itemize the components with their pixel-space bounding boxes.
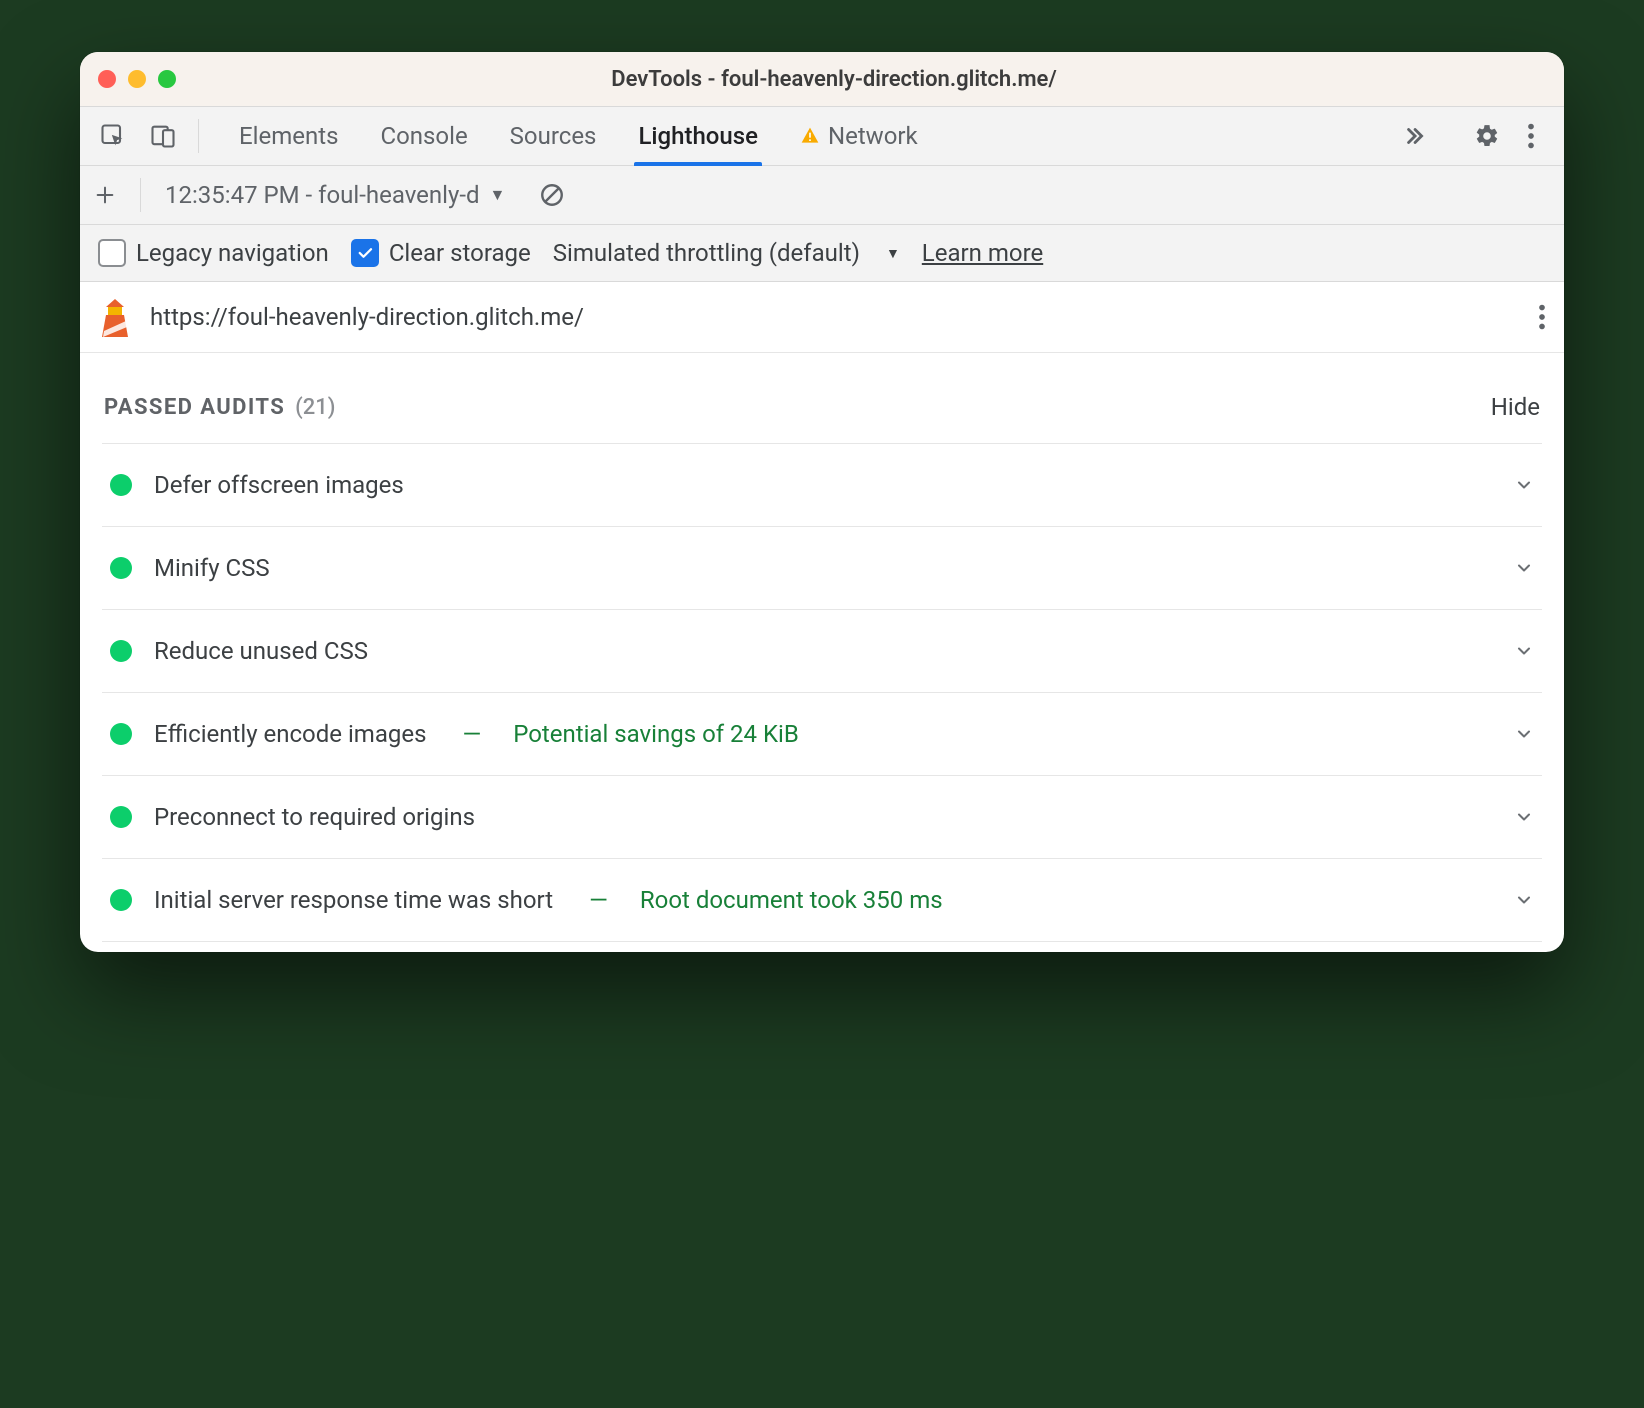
main-toolbar: Elements Console Sources Lighthouse Network	[80, 107, 1564, 166]
more-menu-icon[interactable]	[1510, 123, 1552, 149]
chevron-down-icon	[1514, 724, 1534, 744]
clear-storage-option[interactable]: Clear storage	[351, 239, 531, 267]
audit-row[interactable]: Minify CSS	[102, 526, 1542, 609]
pass-dot-icon	[110, 806, 132, 828]
lighthouse-icon	[98, 297, 132, 337]
chevron-down-icon	[1514, 890, 1534, 910]
chevron-down-icon	[1514, 807, 1534, 827]
lighthouse-subtoolbar: 12:35:47 PM - foul-heavenly-d ▼	[80, 166, 1564, 225]
tab-label: Elements	[239, 122, 338, 150]
pass-dot-icon	[110, 557, 132, 579]
report-selector[interactable]: 12:35:47 PM - foul-heavenly-d ▼	[155, 177, 515, 213]
tab-label: Lighthouse	[638, 122, 758, 150]
audit-label: Minify CSS	[154, 554, 270, 582]
audit-row[interactable]: Defer offscreen images	[102, 443, 1542, 526]
dropdown-caret-icon: ▼	[490, 185, 506, 205]
overflow-tabs-icon[interactable]	[1393, 107, 1435, 165]
option-label: Clear storage	[389, 239, 531, 267]
pass-dot-icon	[110, 889, 132, 911]
audit-row[interactable]: Reduce unused CSS	[102, 609, 1542, 692]
new-report-icon[interactable]	[94, 184, 126, 206]
device-toolbar-icon[interactable]	[142, 107, 184, 165]
clear-report-icon[interactable]	[539, 182, 565, 208]
option-label: Legacy navigation	[136, 239, 329, 267]
titlebar: DevTools - foul-heavenly-direction.glitc…	[80, 52, 1564, 107]
audit-label: Reduce unused CSS	[154, 637, 368, 665]
pass-dot-icon	[110, 640, 132, 662]
chevron-down-icon	[1514, 558, 1534, 578]
tab-console[interactable]: Console	[362, 107, 485, 165]
tab-elements[interactable]: Elements	[221, 107, 356, 165]
chevron-down-icon	[1514, 641, 1534, 661]
audit-label: Efficiently encode images	[154, 720, 426, 748]
audit-note: Root document took 350 ms	[640, 886, 943, 914]
audit-separator: —	[462, 720, 481, 748]
close-window-icon[interactable]	[98, 70, 116, 88]
section-title: PASSED AUDITS	[104, 395, 285, 420]
subtoolbar-divider	[140, 178, 141, 212]
window-title: DevTools - foul-heavenly-direction.glitc…	[122, 67, 1546, 92]
learn-more-link[interactable]: Learn more	[922, 239, 1043, 267]
chevron-down-icon	[1514, 475, 1534, 495]
tab-label: Network	[828, 122, 918, 150]
passed-audits-header[interactable]: PASSED AUDITS (21) Hide	[80, 353, 1564, 443]
checkbox-checked-icon	[351, 239, 379, 267]
inspect-element-icon[interactable]	[92, 107, 134, 165]
devtools-window: DevTools - foul-heavenly-direction.glitc…	[80, 52, 1564, 952]
tab-network[interactable]: Network	[782, 107, 936, 165]
pass-dot-icon	[110, 723, 132, 745]
audit-row[interactable]: Efficiently encode images — Potential savi…	[102, 692, 1542, 775]
tab-label: Console	[380, 122, 467, 150]
audit-separator: —	[589, 886, 608, 914]
audit-label: Initial server response time was short	[154, 886, 553, 914]
throttling-label: Simulated throttling (default)	[553, 239, 860, 267]
tab-lighthouse[interactable]: Lighthouse	[620, 107, 776, 165]
tabs: Elements Console Sources Lighthouse Network	[221, 107, 1385, 165]
passed-audits-list: Defer offscreen images Minify CSS Reduce u…	[80, 443, 1564, 952]
lighthouse-options: Legacy navigation Clear storage Simulate…	[80, 225, 1564, 282]
toolbar-divider	[198, 119, 199, 153]
tab-label: Sources	[510, 122, 597, 150]
audit-row[interactable]: Initial server response time was short — R…	[102, 858, 1542, 942]
report-url-row: https://foul-heavenly-direction.glitch.m…	[80, 282, 1564, 353]
warning-icon	[800, 126, 820, 146]
report-selector-label: 12:35:47 PM - foul-heavenly-d	[165, 181, 480, 209]
throttling-select[interactable]: Simulated throttling (default) ▼	[553, 239, 900, 267]
audit-note: Potential savings of 24 KiB	[513, 720, 799, 748]
report-menu-icon[interactable]	[1538, 304, 1546, 330]
legacy-navigation-option[interactable]: Legacy navigation	[98, 239, 329, 267]
tab-sources[interactable]: Sources	[492, 107, 615, 165]
pass-dot-icon	[110, 474, 132, 496]
settings-icon[interactable]	[1466, 123, 1508, 149]
audit-row[interactable]: Preconnect to required origins	[102, 775, 1542, 858]
section-count: (21)	[295, 395, 335, 420]
audit-label: Preconnect to required origins	[154, 803, 475, 831]
dropdown-caret-icon: ▼	[886, 245, 900, 262]
report-url: https://foul-heavenly-direction.glitch.m…	[150, 303, 1520, 331]
hide-section-button[interactable]: Hide	[1491, 393, 1540, 421]
checkbox-icon	[98, 239, 126, 267]
audit-label: Defer offscreen images	[154, 471, 404, 499]
